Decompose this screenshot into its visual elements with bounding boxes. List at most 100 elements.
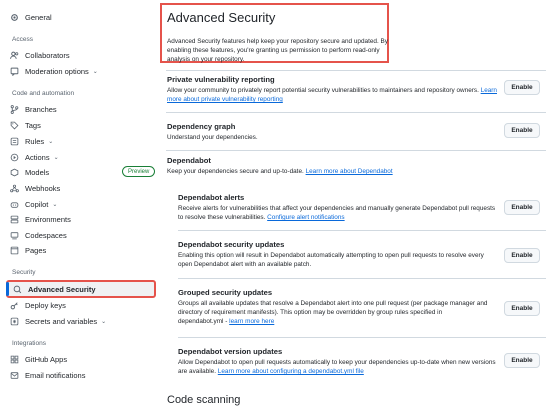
sidebar-item-rules[interactable]: Rules ⌄ <box>10 133 53 149</box>
sidebar-item-label: Pages <box>25 245 47 255</box>
pvr-title: Private vulnerability reporting <box>167 75 275 84</box>
sidebar-item-deploy-keys[interactable]: Deploy keys <box>10 297 66 313</box>
enable-depgraph-button[interactable]: Enable <box>504 123 540 138</box>
sidebar-item-label: Codespaces <box>25 230 67 240</box>
selected-indicator <box>6 282 9 296</box>
grouped-title: Grouped security updates <box>178 288 273 297</box>
sidebar-item-moderation[interactable]: Moderation options ⌄ <box>10 63 98 79</box>
preview-badge: Preview <box>122 166 156 177</box>
depgraph-description: Understand your dependencies. <box>167 134 258 141</box>
divider <box>166 70 546 71</box>
alerts-description: Receive alerts for vulnerabilities that … <box>178 204 498 222</box>
dependabot-learn-more-link[interactable]: Learn more about Dependabot <box>306 168 393 175</box>
sidebar-item-label: Deploy keys <box>25 300 66 310</box>
sidebar-item-advanced-security[interactable]: Advanced Security <box>13 281 96 297</box>
sidebar-item-tags[interactable]: Tags <box>10 117 41 133</box>
dependabot-description: Keep your dependencies secure and up-to-… <box>167 167 393 176</box>
code-scanning-heading: Code scanning <box>167 394 241 406</box>
codescan-icon <box>13 285 22 294</box>
divider <box>178 337 546 338</box>
section-label-access: Access <box>12 36 33 43</box>
alerts-configure-link[interactable]: Configure alert notifications <box>267 214 344 221</box>
alerts-title: Dependabot alerts <box>178 193 245 202</box>
key-icon <box>10 301 19 310</box>
dependabot-title: Dependabot <box>167 156 211 165</box>
gear-icon <box>10 13 19 22</box>
main-content: Advanced Security Advanced Security feat… <box>160 0 550 410</box>
section-label-integrations: Integrations <box>12 340 46 347</box>
rules-icon <box>10 137 19 146</box>
section-label-code: Code and automation <box>12 90 75 97</box>
secupdates-title: Dependabot security updates <box>178 240 285 249</box>
sidebar-item-webhooks[interactable]: Webhooks <box>10 180 60 196</box>
sidebar-item-copilot[interactable]: Copilot ⌄ <box>10 196 57 212</box>
sidebar-item-secrets[interactable]: Secrets and variables ⌄ <box>10 313 106 329</box>
sidebar-item-label: Tags <box>25 120 41 130</box>
mail-icon <box>10 371 19 380</box>
sidebar-item-label: Copilot <box>25 199 49 209</box>
enable-pvr-button[interactable]: Enable <box>504 80 540 95</box>
chevron-down-icon: ⌄ <box>48 138 54 145</box>
copilot-icon <box>10 200 19 209</box>
settings-sidebar: General Access Collaborators Moderation … <box>0 0 160 410</box>
grouped-description: Groups all available updates that resolv… <box>178 299 488 326</box>
sidebar-item-label: Collaborators <box>25 50 70 60</box>
divider <box>178 230 546 231</box>
sidebar-item-collaborators[interactable]: Collaborators <box>10 47 70 63</box>
codespaces-icon <box>10 231 19 240</box>
sidebar-item-label: Rules <box>25 136 45 146</box>
sidebar-item-email-notifications[interactable]: Email notifications <box>10 367 85 383</box>
grouped-learn-more-link[interactable]: learn more here <box>229 318 274 325</box>
dependabot-desc-text: Keep your dependencies secure and up-to-… <box>167 168 304 175</box>
report-icon <box>10 67 19 76</box>
version-description: Allow Dependabot to open pull requests a… <box>178 358 498 376</box>
sidebar-item-label: Environments <box>25 214 71 224</box>
branch-icon <box>10 104 19 114</box>
sidebar-item-label: Moderation options <box>25 66 89 76</box>
sidebar-item-pages[interactable]: Pages <box>10 242 46 258</box>
enable-secupdates-button[interactable]: Enable <box>504 248 540 263</box>
sidebar-item-label: Advanced Security <box>28 284 96 294</box>
sidebar-item-general[interactable]: General <box>10 9 52 25</box>
browser-icon <box>10 246 19 255</box>
sidebar-item-label: Webhooks <box>25 183 61 193</box>
secupdates-description: Enabling this option will result in Depe… <box>178 252 484 268</box>
depgraph-title: Dependency graph <box>167 122 236 131</box>
sidebar-item-label: Secrets and variables <box>25 316 98 326</box>
divider <box>166 112 546 113</box>
version-title: Dependabot version updates <box>178 347 283 356</box>
page-description: Advanced Security features help keep you… <box>167 38 388 63</box>
models-icon <box>10 168 19 177</box>
sidebar-item-label: Actions <box>25 152 50 162</box>
sidebar-item-models[interactable]: Models <box>10 164 49 180</box>
chevron-down-icon: ⌄ <box>52 201 58 208</box>
chevron-down-icon: ⌄ <box>53 154 59 161</box>
section-label-security: Security <box>12 269 36 276</box>
pvr-desc-text: Allow your community to privately report… <box>167 87 479 94</box>
sidebar-item-environments[interactable]: Environments <box>10 211 71 227</box>
sidebar-item-actions[interactable]: Actions ⌄ <box>10 149 59 165</box>
webhook-icon <box>10 184 19 193</box>
enable-grouped-button[interactable]: Enable <box>504 301 540 316</box>
chevron-down-icon: ⌄ <box>92 68 98 75</box>
sidebar-item-branches[interactable]: Branches <box>10 101 57 117</box>
sidebar-item-label: Models <box>25 167 50 177</box>
page-title: Advanced Security <box>167 10 276 25</box>
sidebar-item-label: Email notifications <box>25 370 86 380</box>
asterisk-icon <box>10 317 19 326</box>
pvr-description: Allow your community to privately report… <box>167 86 502 104</box>
sidebar-item-github-apps[interactable]: GitHub Apps <box>10 351 67 367</box>
chevron-down-icon: ⌄ <box>101 318 107 325</box>
sidebar-item-label: Branches <box>25 104 57 114</box>
divider <box>166 150 546 151</box>
sidebar-item-label: General <box>25 12 52 22</box>
sidebar-item-label: GitHub Apps <box>25 354 68 364</box>
people-icon <box>10 51 19 60</box>
enable-version-button[interactable]: Enable <box>504 353 540 368</box>
grouped-desc-text: Groups all available updates that resolv… <box>178 300 488 325</box>
enable-alerts-button[interactable]: Enable <box>504 200 540 215</box>
divider <box>178 278 546 279</box>
sidebar-item-codespaces[interactable]: Codespaces <box>10 227 67 243</box>
apps-icon <box>10 355 19 364</box>
version-configure-link[interactable]: Learn more about configuring a dependabo… <box>218 368 364 375</box>
